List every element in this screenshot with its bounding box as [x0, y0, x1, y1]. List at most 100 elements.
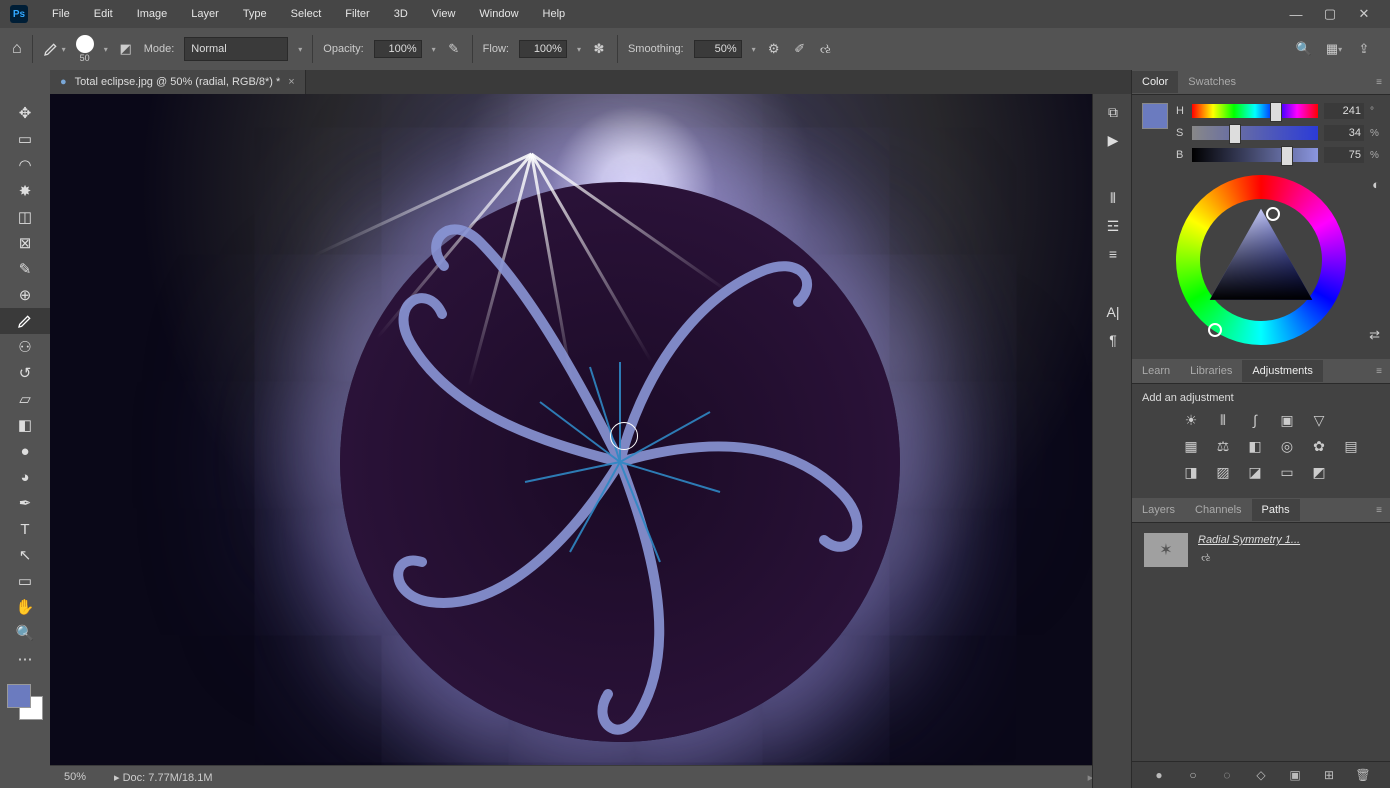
flow-input[interactable]: [519, 40, 567, 58]
close-icon[interactable]: ✕: [1356, 6, 1372, 22]
zoom-tool[interactable]: 🔍: [0, 620, 50, 646]
airbrush-icon[interactable]: ✽: [591, 41, 607, 57]
fill-path-icon[interactable]: ●: [1151, 767, 1167, 783]
levels-icon[interactable]: ⫴: [1214, 412, 1232, 428]
edit-toolbar[interactable]: ⋯: [0, 646, 50, 672]
opacity-input[interactable]: [374, 40, 422, 58]
quick-select-tool[interactable]: ✸: [0, 178, 50, 204]
color-swatches[interactable]: [7, 684, 43, 720]
tab-close-icon[interactable]: ×: [288, 76, 294, 88]
brush-settings-icon[interactable]: ≡: [1105, 246, 1121, 262]
threshold-icon[interactable]: ◪: [1246, 464, 1264, 480]
mask-icon[interactable]: ▣: [1287, 767, 1303, 783]
blur-tool[interactable]: ●: [0, 438, 50, 464]
document-tab[interactable]: ● Total eclipse.jpg @ 50% (radial, RGB/8…: [50, 70, 306, 94]
bri-slider[interactable]: [1192, 148, 1318, 162]
menu-window[interactable]: Window: [469, 2, 528, 26]
menu-type[interactable]: Type: [233, 2, 277, 26]
brightness-icon[interactable]: ☀: [1182, 412, 1200, 428]
gradient-tool[interactable]: ◧: [0, 412, 50, 438]
tab-color[interactable]: Color: [1132, 71, 1178, 93]
eraser-tool[interactable]: ▱: [0, 386, 50, 412]
hue-slider[interactable]: [1192, 104, 1318, 118]
tab-swatches[interactable]: Swatches: [1178, 71, 1246, 93]
bri-input[interactable]: [1324, 147, 1364, 163]
workspace-icon[interactable]: ▦ ▾: [1326, 41, 1342, 57]
invert-icon[interactable]: ◨: [1182, 464, 1200, 480]
type-tool[interactable]: T: [0, 516, 50, 542]
trash-icon[interactable]: 🗑: [1355, 767, 1371, 783]
character-panel-icon[interactable]: A|: [1105, 304, 1121, 320]
dodge-tool[interactable]: ◕: [0, 464, 50, 490]
menu-edit[interactable]: Edit: [84, 2, 123, 26]
minimize-icon[interactable]: —: [1288, 6, 1304, 22]
posterize-icon[interactable]: ▨: [1214, 464, 1232, 480]
menu-view[interactable]: View: [422, 2, 466, 26]
panel-menu-icon[interactable]: ≡: [1376, 366, 1390, 377]
crop-tool[interactable]: ◫: [0, 204, 50, 230]
opacity-pressure-icon[interactable]: ✎: [446, 41, 462, 57]
hand-tool[interactable]: ✋: [0, 594, 50, 620]
color-wheel[interactable]: ◐ ⇄: [1176, 175, 1346, 345]
foreground-color[interactable]: [7, 684, 31, 708]
zoom-level[interactable]: 50%: [64, 771, 86, 783]
symmetry-icon[interactable]: ઌ: [818, 41, 834, 57]
share-icon[interactable]: ⇪: [1356, 41, 1372, 57]
menu-file[interactable]: File: [42, 2, 80, 26]
properties-panel-icon[interactable]: ⫴: [1105, 190, 1121, 206]
maximize-icon[interactable]: ▢: [1322, 6, 1338, 22]
pen-tool[interactable]: ✒: [0, 490, 50, 516]
doc-size[interactable]: ▸ Doc: 7.77M/18.1M: [114, 771, 212, 784]
wheel-mode-icon[interactable]: ◐: [1372, 177, 1380, 192]
actions-panel-icon[interactable]: ▶: [1105, 132, 1121, 148]
menu-3d[interactable]: 3D: [384, 2, 418, 26]
home-icon[interactable]: ⌂: [12, 40, 22, 58]
tab-adjustments[interactable]: Adjustments: [1242, 360, 1323, 382]
new-path-icon[interactable]: ⊞: [1321, 767, 1337, 783]
shape-tool[interactable]: ▭: [0, 568, 50, 594]
tab-libraries[interactable]: Libraries: [1180, 360, 1242, 382]
photo-filter-icon[interactable]: ◎: [1278, 438, 1296, 454]
smoothing-gear-icon[interactable]: ⚙: [766, 41, 782, 57]
paragraph-panel-icon[interactable]: ¶: [1105, 332, 1121, 348]
brushes-panel-icon[interactable]: ☲: [1105, 218, 1121, 234]
color-lookup-icon[interactable]: ▤: [1342, 438, 1360, 454]
color-swatch[interactable]: [1142, 103, 1168, 129]
panel-menu-icon[interactable]: ≡: [1376, 77, 1390, 88]
menu-layer[interactable]: Layer: [181, 2, 229, 26]
menu-image[interactable]: Image: [127, 2, 178, 26]
document-canvas[interactable]: [50, 94, 1092, 766]
wheel-swap-icon[interactable]: ⇄: [1369, 327, 1380, 343]
menu-select[interactable]: Select: [281, 2, 332, 26]
bw-icon[interactable]: ◧: [1246, 438, 1264, 454]
tab-learn[interactable]: Learn: [1132, 360, 1180, 382]
move-tool[interactable]: ✥: [0, 100, 50, 126]
eyedropper-tool[interactable]: ✎: [0, 256, 50, 282]
smoothing-input[interactable]: [694, 40, 742, 58]
panel-menu-icon[interactable]: ≡: [1376, 505, 1390, 516]
path-item[interactable]: ✶ Radial Symmetry 1... ઌ: [1140, 529, 1382, 571]
blend-mode-select[interactable]: [184, 37, 288, 61]
path-to-selection-icon[interactable]: ◌: [1219, 767, 1235, 783]
vibrance-icon[interactable]: ▽: [1310, 412, 1328, 428]
sat-slider[interactable]: [1192, 126, 1318, 140]
tab-paths[interactable]: Paths: [1252, 499, 1300, 521]
make-work-path-icon[interactable]: ◇: [1253, 767, 1269, 783]
stamp-tool[interactable]: ⚇: [0, 334, 50, 360]
hue-input[interactable]: [1324, 103, 1364, 119]
selective-color-icon[interactable]: ◩: [1310, 464, 1328, 480]
menu-help[interactable]: Help: [533, 2, 576, 26]
healing-tool[interactable]: ⊕: [0, 282, 50, 308]
marquee-tool[interactable]: ▭: [0, 126, 50, 152]
color-balance-icon[interactable]: ⚖: [1214, 438, 1232, 454]
tab-layers[interactable]: Layers: [1132, 499, 1185, 521]
exposure-icon[interactable]: ▣: [1278, 412, 1296, 428]
menu-filter[interactable]: Filter: [335, 2, 379, 26]
stroke-path-icon[interactable]: ○: [1185, 767, 1201, 783]
pressure-size-icon[interactable]: ✐: [792, 41, 808, 57]
brush-tool[interactable]: [0, 308, 50, 334]
gradient-map-icon[interactable]: ▭: [1278, 464, 1296, 480]
frame-tool[interactable]: ⊠: [0, 230, 50, 256]
history-panel-icon[interactable]: ⧉: [1105, 104, 1121, 120]
channel-mixer-icon[interactable]: ✿: [1310, 438, 1328, 454]
